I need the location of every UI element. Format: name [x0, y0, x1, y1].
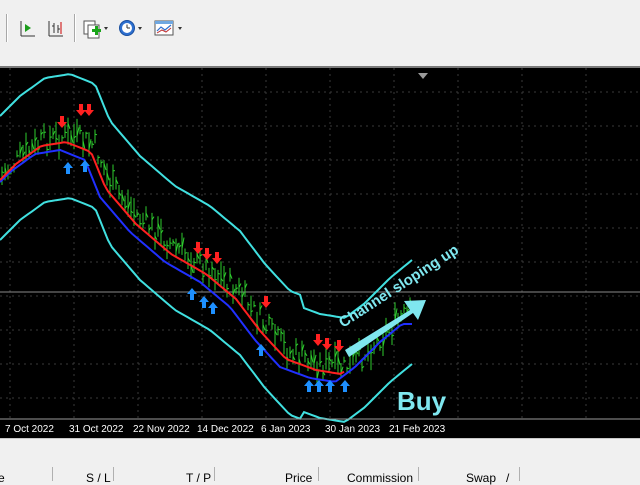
signal-arrows — [57, 104, 350, 392]
price-chart[interactable]: Channel sloping up Buy 7 Oct 2022 31 Oct… — [0, 66, 640, 438]
x-tick-label: 21 Feb 2023 — [389, 424, 446, 435]
x-tick-label: 7 Oct 2022 — [5, 424, 54, 435]
column-header-commission[interactable]: Commission — [347, 471, 413, 485]
buy-arrow-icon — [208, 302, 218, 314]
sell-arrow-icon — [202, 248, 212, 260]
x-tick-label: 22 Nov 2022 — [133, 424, 190, 435]
price-bar-close — [254, 305, 256, 306]
column-header-extra[interactable]: / — [506, 471, 509, 485]
buy-arrow-icon — [199, 296, 209, 308]
chart-shift-icon — [17, 16, 39, 40]
auto-scroll-button[interactable] — [44, 15, 68, 41]
x-tick-label: 31 Oct 2022 — [69, 424, 124, 435]
x-tick-label: 30 Jan 2023 — [325, 424, 380, 435]
templates-button[interactable] — [152, 15, 186, 41]
upper-band-line — [0, 74, 412, 317]
column-header-type[interactable]: e — [0, 471, 5, 485]
sell-arrow-icon — [313, 334, 323, 346]
time-axis: 7 Oct 2022 31 Oct 2022 22 Nov 2022 14 De… — [5, 424, 446, 435]
periods-button[interactable] — [116, 15, 146, 41]
toolbar-separator — [6, 14, 8, 42]
column-separator — [52, 467, 53, 481]
new-order-button[interactable] — [80, 15, 110, 41]
column-separator — [418, 467, 419, 481]
terminal-panel: e S / L T / P Price Commission Swap / — [0, 438, 640, 481]
column-header-swap[interactable]: Swap — [466, 471, 496, 485]
chart-shift-button[interactable] — [16, 15, 40, 41]
toolbar — [0, 0, 640, 66]
new-order-icon — [81, 16, 109, 40]
buy-arrow-icon — [63, 162, 73, 174]
column-header-sl[interactable]: S / L — [86, 471, 111, 485]
column-separator — [318, 467, 319, 481]
chart-canvas[interactable]: Channel sloping up Buy 7 Oct 2022 31 Oct… — [0, 68, 640, 438]
buy-arrow-icon — [314, 380, 324, 392]
price-bar-close — [95, 134, 97, 135]
buy-arrow-icon — [187, 288, 197, 300]
price-bar-close — [347, 368, 349, 369]
fast-ma-line — [0, 142, 344, 373]
buy-arrow-icon — [256, 344, 266, 356]
x-tick-label: 14 Dec 2022 — [197, 424, 254, 435]
toolbar-separator — [74, 14, 76, 42]
buy-arrow-icon — [304, 380, 314, 392]
sell-arrow-icon — [261, 296, 271, 308]
auto-scroll-icon — [45, 16, 67, 40]
chart-shift-marker-icon[interactable] — [418, 73, 428, 79]
x-tick-label: 6 Jan 2023 — [261, 424, 311, 435]
column-separator — [519, 467, 520, 481]
periods-icon — [117, 16, 145, 40]
column-header-price[interactable]: Price — [285, 471, 312, 485]
column-separator — [113, 467, 114, 481]
templates-icon — [153, 16, 185, 40]
buy-label: Buy — [397, 386, 447, 416]
buy-arrow-icon — [340, 380, 350, 392]
price-bar-close — [170, 243, 172, 244]
price-bar-close — [401, 314, 403, 315]
column-separator — [214, 467, 215, 481]
sell-arrow-icon — [84, 104, 94, 116]
column-header-tp[interactable]: T / P — [186, 471, 211, 485]
